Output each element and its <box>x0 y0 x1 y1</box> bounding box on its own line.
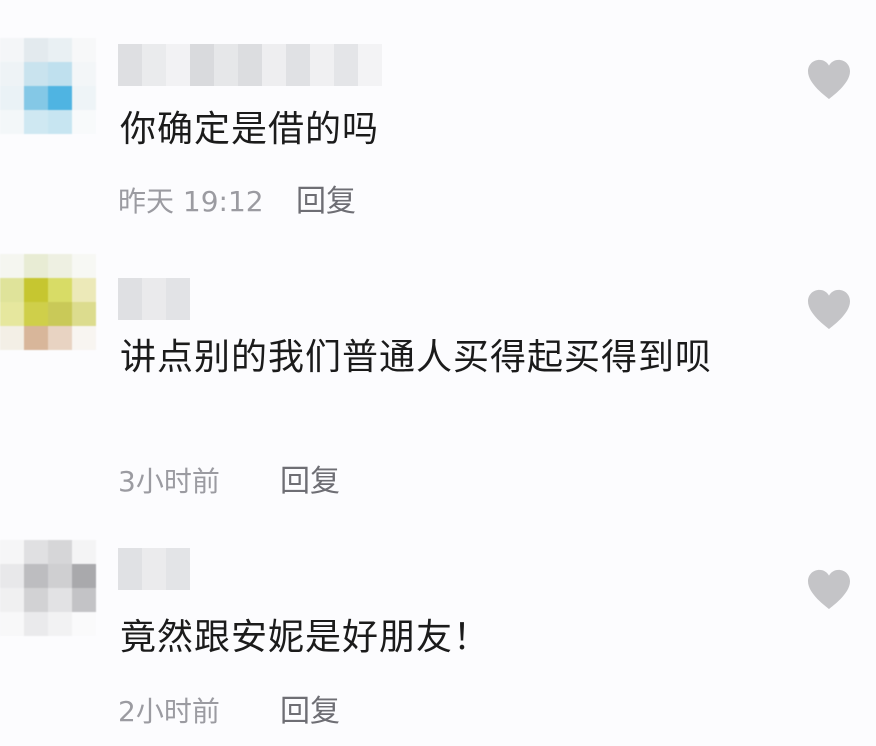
comment-text: 竟然跟安妮是好朋友！ <box>120 617 491 658</box>
avatar[interactable] <box>0 254 96 350</box>
avatar[interactable] <box>0 38 96 134</box>
avatar[interactable] <box>0 540 96 636</box>
comment-text: 你确定是借的吗 <box>120 109 380 150</box>
username-redacted <box>118 278 190 320</box>
comment-time: 3小时前 <box>118 465 220 498</box>
comment-time: 昨天 19:12 <box>118 185 264 218</box>
comment-time: 2小时前 <box>118 695 220 728</box>
comment-text: 讲点别的我们普通人买得起买得到呗 <box>120 337 713 378</box>
username-redacted <box>118 548 190 590</box>
heart-icon[interactable] <box>806 288 852 330</box>
username-redacted <box>118 44 382 86</box>
reply-button[interactable]: 回复 <box>280 462 340 502</box>
reply-button[interactable]: 回复 <box>296 182 356 222</box>
heart-icon[interactable] <box>806 568 852 610</box>
heart-icon[interactable] <box>806 58 852 100</box>
reply-button[interactable]: 回复 <box>280 692 340 732</box>
